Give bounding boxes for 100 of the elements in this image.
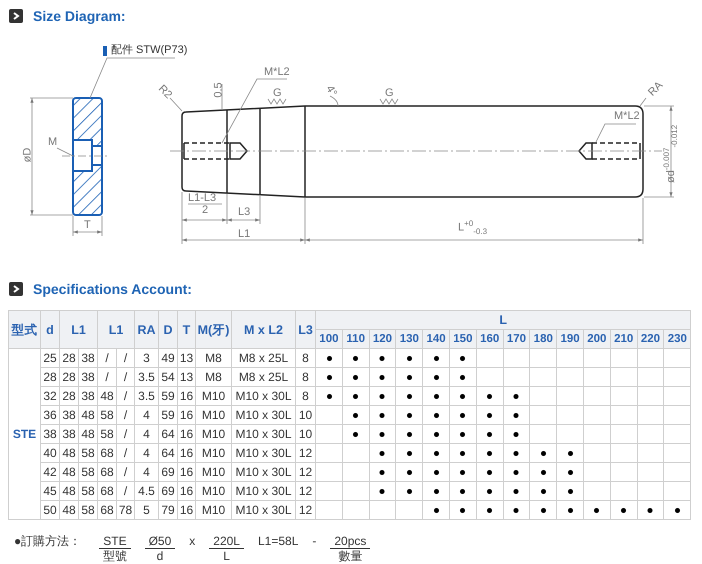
column-header: 型式 [8,310,40,348]
table-cell: 38 [60,406,78,424]
table-cell: M10 x 30L [232,386,296,406]
order-caption: L [222,549,231,564]
table-cell: 40 [40,444,60,462]
table-cell: 12 [296,500,316,520]
table-cell: 3.5 [134,386,158,406]
table-cell: 58 [98,424,116,444]
table-cell: 79 [158,500,178,520]
table-cell: 54 [158,368,178,386]
column-header: 110 [342,330,370,348]
table-cell: / [116,368,134,386]
column-header: 140 [422,330,450,348]
order-value: STE [99,534,131,549]
table-cell: 12 [296,482,316,500]
table-cell: 38 [78,368,98,386]
table-cell: / [116,386,134,406]
dimension-label: M [48,136,58,148]
table-cell: M8 [196,368,232,386]
order-text: x [189,534,196,548]
table-cell: 48 [78,406,98,424]
table-cell: M10 [196,424,232,444]
table-cell: M10 [196,462,232,482]
dimension-label: L1 [238,228,250,240]
table-cell: 4 [134,406,158,424]
order-caption: 數量 [337,549,364,564]
dimension-label: 0.5 [212,82,225,98]
column-header: 210 [610,330,638,348]
table-cell: 25 [40,348,60,368]
dimension-label: G [385,87,394,99]
table-cell: 16 [178,500,196,520]
table-cell: 69 [158,462,178,482]
table-cell: M8 x 25L [232,368,296,386]
table-cell: M10 [196,500,232,520]
column-header: RA [134,310,158,348]
chevron-icon [9,9,23,23]
table-cell: 38 [60,424,78,444]
table-cell: 68 [98,444,116,462]
dimension-label: R2 [156,82,174,102]
column-header: 130 [396,330,423,348]
dimension-label: 2 [202,204,208,216]
table-cell: 3 [134,348,158,368]
table-cell: 13 [178,348,196,368]
table-cell: M10 [196,386,232,406]
column-header: 180 [530,330,557,348]
column-header: D [158,310,178,348]
table-cell: 48 [60,500,78,520]
part-callout-label: 配件 STW(P73) [111,44,188,56]
column-header: L1 [98,310,134,348]
column-header: 160 [476,330,504,348]
table-cell: 58 [78,444,98,462]
table-cell: 64 [158,444,178,462]
section-title: Specifications Account: [33,281,192,297]
table-cell: 68 [98,482,116,500]
table-cell: M10 [196,406,232,424]
table-cell: M10 x 30L [232,462,296,482]
table-cell: 3.5 [134,368,158,386]
table-cell: / [116,348,134,368]
table-cell: 50 [40,500,60,520]
table-cell: 8 [296,386,316,406]
order-value: 220L [209,534,244,549]
table-cell: 16 [178,406,196,424]
column-header: 120 [369,330,396,348]
table-cell: M10 [196,444,232,462]
table-cell: 10 [296,424,316,444]
dimension-label: 4° [323,83,340,99]
table-cell: 8 [296,348,316,368]
table-cell: 49 [158,348,178,368]
table-cell: / [116,482,134,500]
table-cell: M8 x 25L [232,348,296,368]
column-header: 230 [664,330,691,348]
table-cell: / [98,368,116,386]
table-cell: 12 [296,444,316,462]
table-cell: 28 [60,348,78,368]
table-cell: 48 [60,462,78,482]
dimension-label: T [84,219,91,231]
table-cell: 64 [158,424,178,444]
table-cell: 16 [178,424,196,444]
table-cell: 68 [98,462,116,482]
table-cell: 59 [158,406,178,424]
table-cell: M8 [196,348,232,368]
table-cell: 48 [60,444,78,462]
dimension-label: L3 [238,206,250,218]
table-cell: M10 x 30L [232,444,296,462]
dimension-label: øD [21,148,34,162]
table-cell: 58 [78,500,98,520]
table-cell: 13 [178,368,196,386]
table-cell: 48 [98,386,116,406]
table-cell: 48 [78,424,98,444]
order-method-label: ●訂購方法： [14,534,82,548]
table-cell: 4 [134,444,158,462]
table-cell: 4 [134,424,158,444]
marker-icon [103,46,107,56]
section-title: Size Diagram: [33,8,126,24]
table-cell: 58 [98,406,116,424]
table-cell: 59 [158,386,178,406]
table-cell: / [98,348,116,368]
table-cell: STE [8,348,40,520]
table-cell: 16 [178,482,196,500]
column-header: T [178,310,196,348]
